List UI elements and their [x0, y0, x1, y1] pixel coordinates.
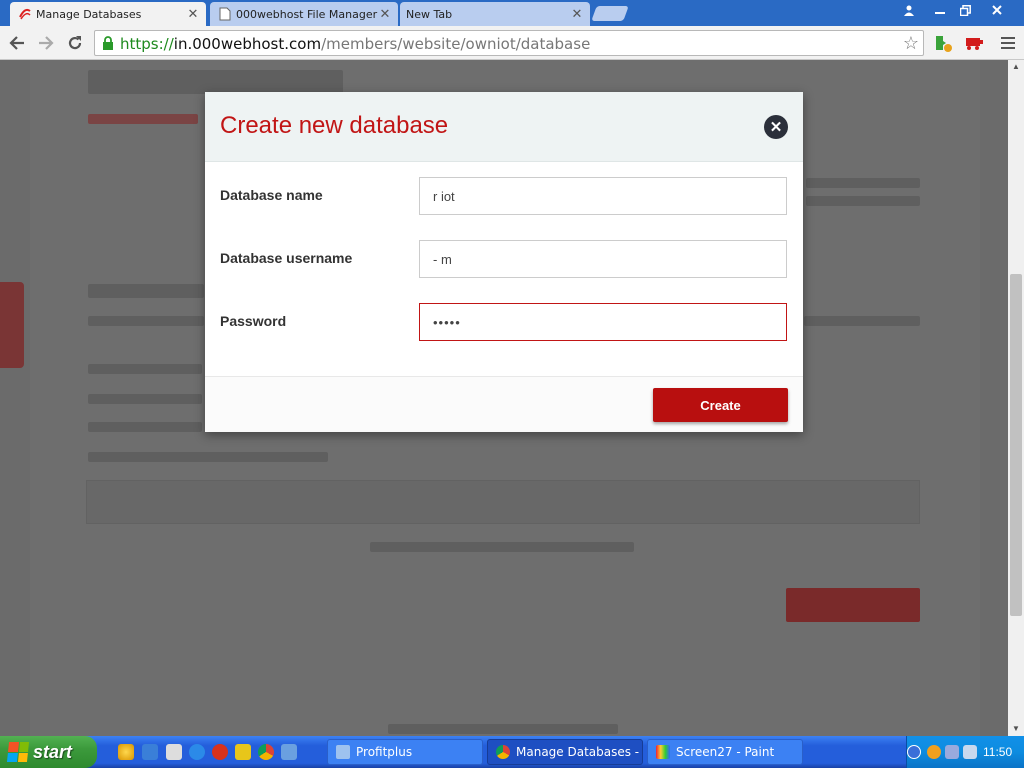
- extension-green-icon[interactable]: [932, 33, 954, 53]
- webhost-favicon-icon: [18, 7, 32, 21]
- tab-new-tab[interactable]: New Tab ✕: [400, 2, 590, 26]
- quicklaunch-media-icon[interactable]: [118, 744, 134, 760]
- tray-app-icon[interactable]: [927, 745, 941, 759]
- paint-icon: [656, 745, 670, 759]
- extension-red-icon[interactable]: [963, 33, 985, 53]
- modal-title: Create new database: [220, 112, 449, 139]
- browser-toolbar: https://in.000webhost.com/members/websit…: [0, 26, 1024, 60]
- quicklaunch-chrome-icon[interactable]: [258, 744, 274, 760]
- task-profitplus[interactable]: Profitplus: [327, 739, 483, 765]
- database-username-label: Database username: [220, 250, 353, 266]
- user-profile-icon[interactable]: [896, 1, 922, 19]
- forward-arrow-icon[interactable]: [36, 33, 56, 53]
- task-label: Profitplus: [356, 745, 413, 759]
- menu-icon[interactable]: [997, 33, 1019, 53]
- tab-strip: Manage Databases ✕ 000webhost File Manag…: [0, 0, 1024, 26]
- page-favicon-icon: [218, 7, 232, 21]
- password-input[interactable]: •••••: [419, 303, 787, 341]
- task-paint[interactable]: Screen27 - Paint: [647, 739, 803, 765]
- back-arrow-icon[interactable]: [7, 33, 27, 53]
- tab-title: New Tab: [406, 7, 453, 21]
- tray-network-icon[interactable]: [945, 745, 959, 759]
- quicklaunch-network-icon[interactable]: [281, 744, 297, 760]
- create-button[interactable]: Create: [653, 388, 788, 422]
- quicklaunch-app-icon[interactable]: [235, 744, 251, 760]
- close-window-icon[interactable]: [984, 1, 1010, 19]
- task-label: Manage Databases - ...: [516, 745, 643, 759]
- clock: 11:50: [983, 745, 1013, 759]
- bookmark-star-icon[interactable]: ☆: [903, 33, 919, 54]
- create-database-modal: Create new database ✕ Database name r io…: [205, 92, 803, 432]
- task-label: Screen27 - Paint: [676, 745, 775, 759]
- tab-close-icon[interactable]: ✕: [378, 6, 392, 22]
- windows-logo-icon: [6, 742, 30, 762]
- scroll-down-icon[interactable]: ▼: [1008, 722, 1024, 736]
- chrome-icon: [496, 745, 510, 759]
- task-manage-databases[interactable]: Manage Databases - ...: [487, 739, 643, 765]
- tab-file-manager[interactable]: 000webhost File Manager ✕: [210, 2, 398, 26]
- start-button[interactable]: start: [0, 736, 97, 768]
- quicklaunch-ie-icon[interactable]: [189, 744, 205, 760]
- tray-volume-icon[interactable]: [963, 745, 977, 759]
- scroll-thumb[interactable]: [1010, 274, 1022, 616]
- tab-close-icon[interactable]: ✕: [570, 6, 584, 22]
- tray-expand-icon[interactable]: [907, 745, 921, 759]
- password-label: Password: [220, 313, 287, 329]
- minimize-icon[interactable]: [927, 1, 953, 19]
- new-tab-button[interactable]: [591, 6, 629, 21]
- tab-manage-databases[interactable]: Manage Databases ✕: [10, 2, 206, 26]
- database-name-input[interactable]: r iot: [419, 177, 787, 215]
- start-label: start: [33, 741, 73, 762]
- system-tray: 11:50: [906, 736, 1024, 768]
- reload-icon[interactable]: [65, 33, 85, 53]
- modal-footer: Create: [205, 376, 803, 432]
- url-scheme: https://: [120, 35, 174, 53]
- lock-icon: [101, 36, 115, 50]
- app-icon: [336, 745, 350, 759]
- url-text: https://in.000webhost.com/members/websit…: [120, 35, 590, 53]
- close-icon[interactable]: ✕: [764, 115, 788, 139]
- modal-header: Create new database ✕: [205, 92, 803, 162]
- tab-close-icon[interactable]: ✕: [186, 6, 200, 22]
- restore-icon[interactable]: [952, 1, 978, 19]
- address-bar[interactable]: https://in.000webhost.com/members/websit…: [94, 30, 924, 56]
- url-host: in.000webhost.com: [173, 35, 322, 53]
- taskbar: start Profitplus Manage Databases - ... …: [0, 736, 1024, 768]
- url-path: /members/website/owniot/database: [321, 35, 591, 53]
- quicklaunch-explorer-icon[interactable]: [142, 744, 158, 760]
- database-username-input[interactable]: - m: [419, 240, 787, 278]
- quicklaunch-firefox-icon[interactable]: [212, 744, 228, 760]
- page-scrollbar[interactable]: ▲ ▼: [1008, 60, 1024, 736]
- scroll-up-icon[interactable]: ▲: [1008, 60, 1024, 74]
- quicklaunch-document-icon[interactable]: [166, 744, 182, 760]
- tab-title: Manage Databases: [36, 7, 142, 21]
- tab-title: 000webhost File Manager: [236, 7, 378, 21]
- database-name-label: Database name: [220, 187, 323, 203]
